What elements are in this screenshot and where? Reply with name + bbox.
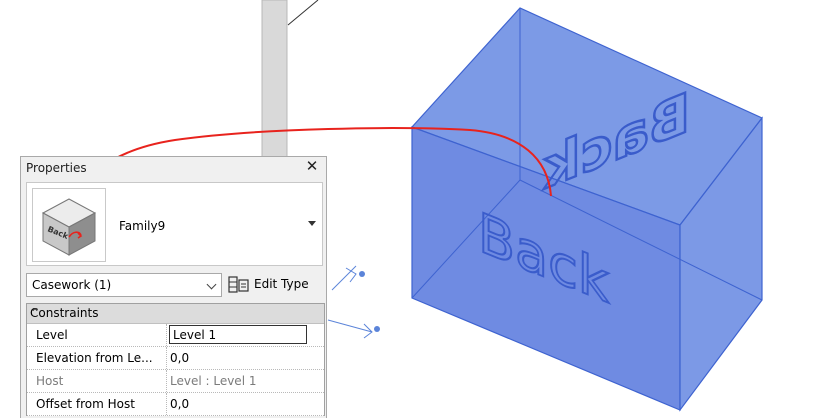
edit-type-button[interactable]: Edit Type (226, 273, 326, 297)
wall-element[interactable] (261, 0, 288, 161)
level-input[interactable] (169, 325, 307, 344)
family-name: Family9 (119, 219, 166, 233)
property-name: Offset from Host (36, 397, 135, 411)
close-icon[interactable]: ✕ (304, 158, 320, 174)
property-name: Level (36, 328, 68, 342)
chevron-down-icon (206, 279, 217, 290)
group-header-constraints[interactable]: Constraints ⌃ (27, 304, 324, 324)
property-name: Elevation from Le... (36, 351, 153, 365)
casework-box[interactable] (410, 7, 763, 412)
type-selector[interactable]: Back Family9 (26, 182, 323, 266)
category-filter-dropdown[interactable]: Casework (1) (26, 273, 222, 297)
filter-row: Casework (1) Edit Type (26, 273, 326, 297)
property-row-elevation[interactable]: Elevation from Le... 0,0 (27, 347, 324, 370)
property-name: Host (36, 374, 64, 388)
palette-title: Properties (26, 161, 87, 175)
edit-type-label: Edit Type (254, 277, 309, 291)
dimension-grip-upper[interactable] (331, 265, 365, 291)
reference-line (287, 0, 319, 26)
property-value[interactable]: 0,0 (170, 351, 189, 365)
property-value[interactable]: 0,0 (170, 397, 189, 411)
edit-type-icon (228, 276, 249, 293)
property-row-offset[interactable]: Offset from Host 0,0 (27, 393, 324, 416)
properties-grid: Constraints ⌃ Level Elevation from Le...… (26, 303, 325, 416)
property-row-level[interactable]: Level (27, 324, 324, 347)
dropdown-arrow-icon[interactable] (308, 221, 316, 226)
dimension-grip-lower[interactable] (327, 319, 380, 339)
property-value: Level : Level 1 (170, 374, 257, 388)
collapse-icon[interactable]: ⌃ (30, 306, 314, 320)
category-filter-value: Casework (1) (32, 278, 112, 292)
property-row-host: Host Level : Level 1 (27, 370, 324, 393)
properties-palette[interactable]: Properties ✕ Back Family9 Casework (1) E… (20, 156, 327, 418)
grid-scroll-edge (326, 303, 327, 418)
type-thumbnail: Back (32, 188, 106, 262)
